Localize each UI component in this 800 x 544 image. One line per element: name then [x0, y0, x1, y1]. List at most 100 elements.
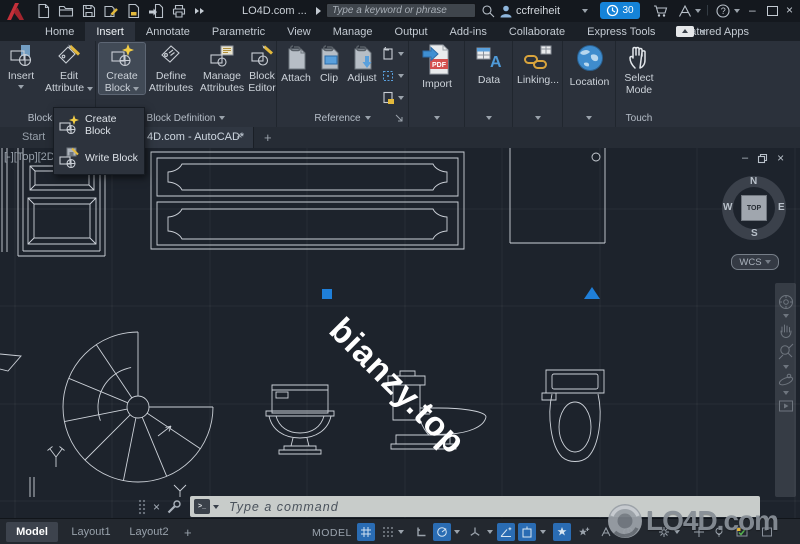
zoom-dropdown-icon[interactable]: [782, 365, 789, 369]
command-prompt-icon[interactable]: >_: [194, 499, 211, 514]
insert-dropdown-icon[interactable]: [18, 84, 24, 89]
search-icon[interactable]: [481, 4, 495, 18]
new-drawing-tab-button[interactable]: +: [264, 130, 272, 145]
panel-touch-label[interactable]: Touch: [616, 108, 662, 128]
maximize-button[interactable]: [767, 6, 778, 16]
tab-view[interactable]: View: [276, 22, 322, 41]
autodesk-app-icon[interactable]: [678, 4, 692, 18]
snap-to-underlay-button[interactable]: [380, 90, 404, 106]
command-bar-grip[interactable]: [138, 498, 146, 515]
create-block-button[interactable]: Create Block: [98, 42, 146, 95]
title-play-icon[interactable]: [316, 7, 321, 15]
command-bar-close-icon[interactable]: ×: [153, 500, 160, 514]
file-tab-start[interactable]: Start: [22, 131, 45, 143]
file-tab-active-label[interactable]: 4D.com - AutoCAD*: [147, 131, 244, 143]
attach-button[interactable]: Attach: [280, 43, 312, 85]
adjust-button[interactable]: Adjust: [346, 43, 378, 85]
location-button[interactable]: Location: [567, 43, 612, 89]
file-tab-close-icon[interactable]: ×: [236, 130, 242, 142]
menu-item-write-block[interactable]: Write Block: [54, 141, 144, 174]
manage-attributes-button[interactable]: Manage Attributes: [197, 43, 247, 94]
isodraft-toggle[interactable]: [466, 523, 484, 541]
save-as-icon[interactable]: [103, 3, 119, 19]
spiral-staircase-drawing[interactable]: [62, 331, 214, 483]
panel-data-dropdown[interactable]: [465, 108, 512, 128]
orbit-dropdown-icon[interactable]: [782, 391, 789, 395]
user-icon[interactable]: [499, 4, 513, 18]
tab-manage[interactable]: Manage: [322, 22, 384, 41]
annotation-autoscale-toggle[interactable]: [575, 523, 593, 541]
polar-dropdown-icon[interactable]: [454, 530, 460, 534]
polar-tracking-toggle[interactable]: [433, 523, 451, 541]
tab-model[interactable]: Model: [6, 522, 58, 542]
viewcube-west[interactable]: W: [723, 202, 732, 213]
drawing-restore-icon[interactable]: [757, 153, 768, 164]
drawing-close-icon[interactable]: ×: [777, 151, 784, 165]
viewcube-south[interactable]: S: [751, 228, 758, 239]
linking-button[interactable]: Linking...: [516, 43, 560, 87]
tab-collaborate[interactable]: Collaborate: [498, 22, 576, 41]
data-button[interactable]: A Data: [469, 43, 509, 87]
tab-insert[interactable]: Insert: [85, 22, 135, 41]
qat-expand-icon[interactable]: [194, 5, 206, 17]
isodraft-dropdown-icon[interactable]: [487, 530, 493, 534]
search-input[interactable]: [326, 3, 476, 18]
plot-style-icon[interactable]: [126, 3, 141, 19]
edit-attribute-button[interactable]: Edit Attribute: [43, 43, 95, 94]
export-icon[interactable]: [148, 3, 164, 19]
frame-setting-button[interactable]: [380, 68, 404, 84]
block-editor-button[interactable]: Block Editor: [248, 43, 276, 94]
tab-layout2[interactable]: Layout2: [122, 522, 176, 542]
user-dropdown-icon[interactable]: [582, 9, 588, 13]
wcs-selector[interactable]: WCS: [731, 254, 779, 270]
import-button[interactable]: PDF Import: [416, 43, 458, 91]
viewcube[interactable]: N W E S TOP: [722, 176, 786, 240]
ortho-toggle[interactable]: [412, 523, 430, 541]
minimize-button[interactable]: –: [749, 4, 756, 16]
customize-wrench-icon[interactable]: [166, 499, 182, 515]
toilet-top-drawing[interactable]: [541, 369, 605, 462]
reference-dialog-launcher-icon[interactable]: [395, 114, 405, 124]
block-markers[interactable]: [322, 287, 600, 299]
panel-reference-label[interactable]: Reference: [277, 108, 408, 128]
add-layout-button[interactable]: +: [184, 525, 192, 540]
cart-icon[interactable]: [653, 4, 669, 19]
select-mode-button[interactable]: Select Mode: [619, 43, 659, 96]
new-file-icon[interactable]: [36, 3, 51, 19]
panel-import-dropdown[interactable]: [409, 108, 464, 128]
open-folder-icon[interactable]: [58, 3, 74, 19]
pan-hand-icon[interactable]: [777, 321, 795, 339]
username-label[interactable]: ccfreiheit: [516, 5, 560, 17]
drawing-canvas[interactable]: [-][Top][2D Wireframe] – × N W E S TOP W…: [0, 148, 800, 518]
orbit-icon[interactable]: [777, 372, 795, 388]
help-icon[interactable]: ?: [716, 4, 730, 18]
snap-dropdown-icon[interactable]: [398, 530, 404, 534]
autodesk-dropdown-icon[interactable]: [695, 9, 701, 13]
right-door-drawing[interactable]: [509, 148, 606, 244]
insert-button[interactable]: Insert: [1, 43, 41, 89]
zoom-extents-icon[interactable]: [777, 342, 795, 362]
navigation-wheel-icon[interactable]: [777, 293, 795, 311]
menu-item-create-block[interactable]: Create Block: [54, 108, 144, 141]
save-icon[interactable]: [81, 3, 96, 19]
panel-location-dropdown[interactable]: [563, 108, 615, 128]
partial-symbols-drawing[interactable]: [0, 353, 187, 497]
viewcube-top-face[interactable]: TOP: [741, 195, 767, 221]
tab-parametric[interactable]: Parametric: [201, 22, 276, 41]
showmotion-icon[interactable]: [777, 398, 795, 414]
drawing-entities[interactable]: [0, 148, 800, 518]
toilet-front-drawing[interactable]: [265, 384, 335, 455]
tab-add-ins[interactable]: Add-ins: [439, 22, 498, 41]
drawing-minimize-icon[interactable]: –: [742, 152, 748, 164]
tab-express-tools[interactable]: Express Tools: [576, 22, 666, 41]
tab-home[interactable]: Home: [34, 22, 85, 41]
autocad-logo-icon[interactable]: [5, 1, 29, 21]
print-icon[interactable]: [171, 3, 187, 19]
underlay-layers-button[interactable]: [380, 46, 404, 62]
viewcube-north[interactable]: N: [750, 176, 757, 187]
grid-toggle[interactable]: [357, 523, 375, 541]
tab-layout1[interactable]: Layout1: [64, 522, 118, 542]
define-attributes-button[interactable]: Define Attributes: [147, 43, 195, 94]
trial-clock-badge[interactable]: 30: [600, 2, 640, 19]
annotation-visibility-toggle[interactable]: [553, 523, 571, 541]
